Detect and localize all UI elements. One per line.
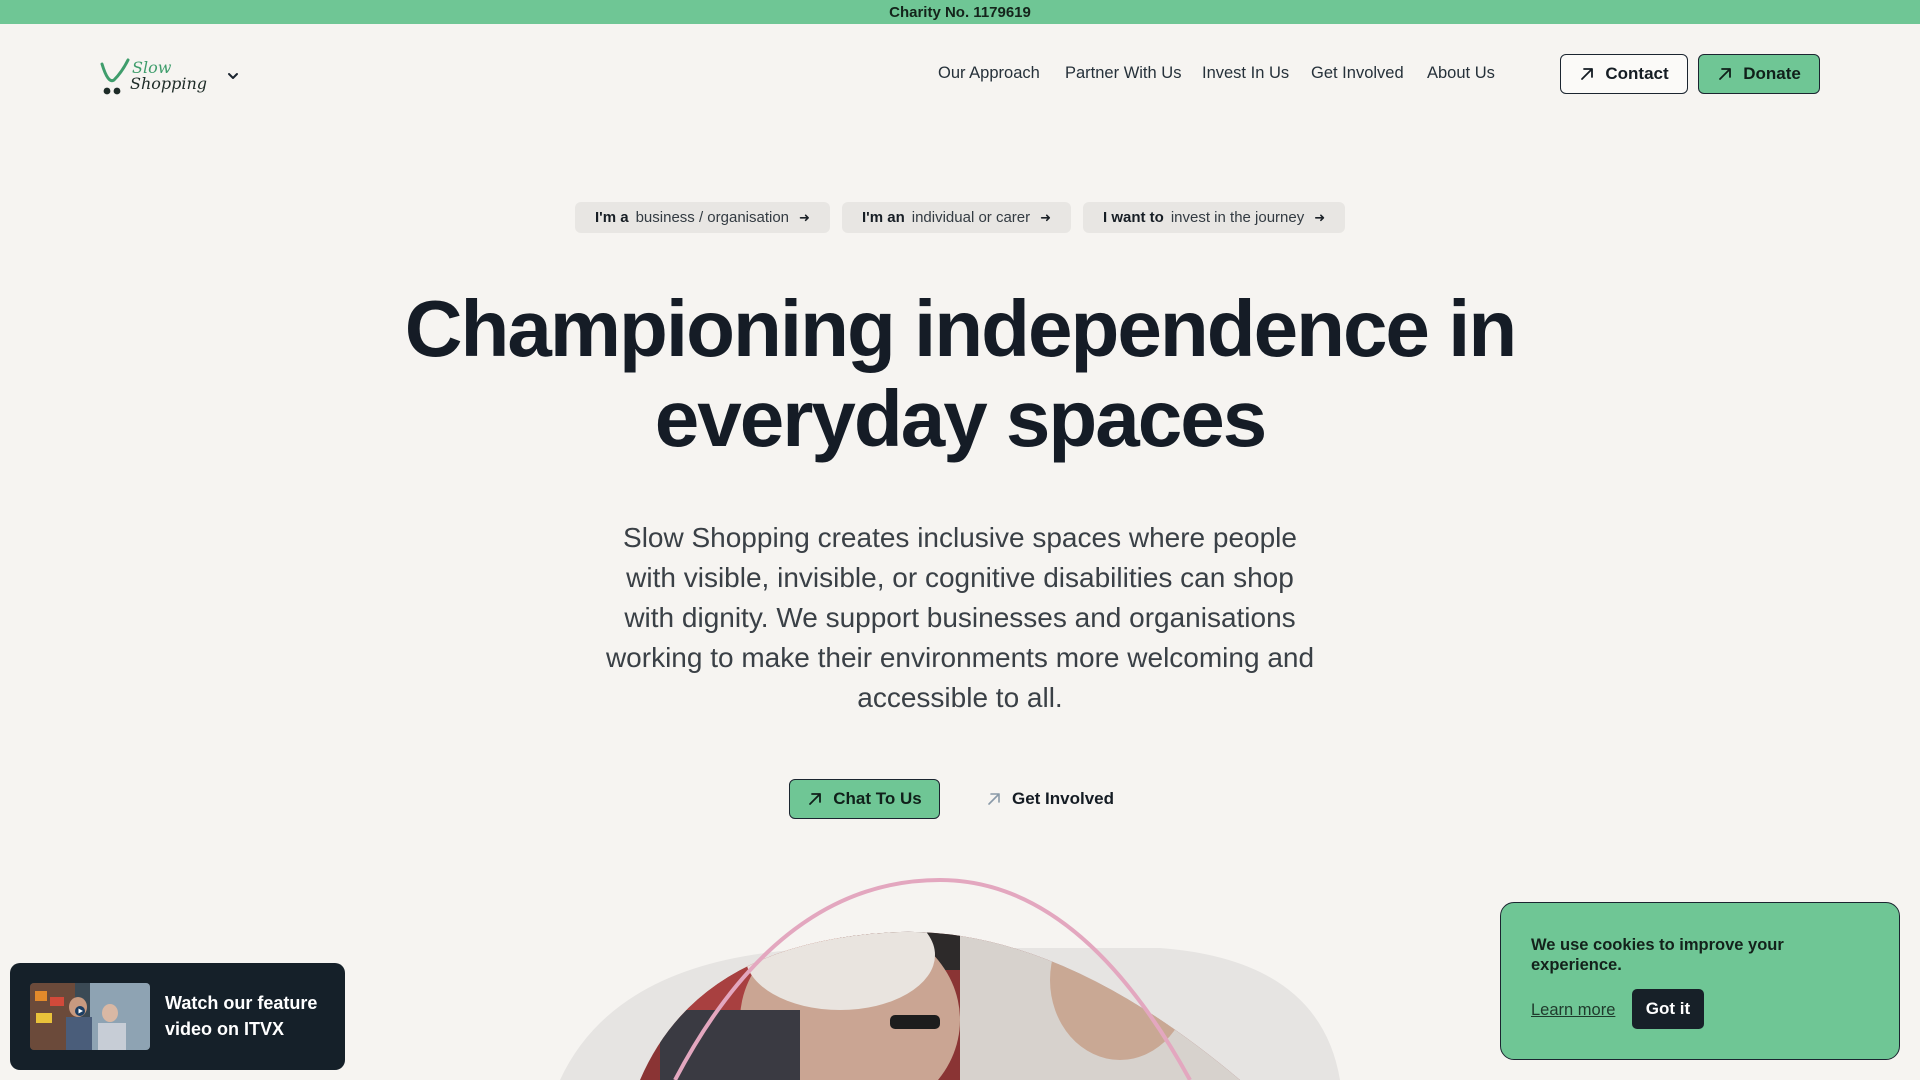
pill-individual[interactable]: I'm an individual or carer ➜ [842, 202, 1072, 233]
pill-text: business / organisation [635, 209, 790, 226]
arrow-up-right-icon [1719, 68, 1732, 80]
logo[interactable]: Slow Shopping [98, 54, 208, 98]
logo-wordmark: Slow Shopping [130, 60, 207, 92]
hero-image [540, 870, 1400, 1080]
contact-label: Contact [1605, 64, 1669, 83]
contact-button[interactable]: Contact [1560, 54, 1688, 94]
pill-business[interactable]: I'm a business / organisation ➜ [575, 202, 830, 233]
donate-button[interactable]: Donate [1698, 54, 1820, 94]
chat-to-us-button[interactable]: Chat To Us [789, 779, 940, 819]
nav-get-involved[interactable]: Get Involved [1311, 64, 1404, 83]
hero-title-line1: Championing independence in [404, 284, 1517, 373]
nav-invest-in-us[interactable]: Invest In Us [1202, 64, 1289, 83]
pill-bold: I'm a [595, 209, 629, 226]
pill-text: individual or carer [911, 209, 1031, 226]
nav-our-approach[interactable]: Our Approach [938, 64, 1040, 83]
charity-number: Charity No. 1179619 [889, 3, 1031, 21]
arrow-right-icon: ➜ [1040, 209, 1052, 225]
arrow-up-right-icon [988, 793, 1000, 805]
arrow-up-right-icon [809, 793, 822, 805]
charity-bar: Charity No. 1179619 [0, 0, 1920, 24]
video-thumbnail-image [30, 983, 150, 1050]
hero-photo-illustration [560, 877, 1340, 1080]
logo-line2: Shopping [130, 74, 208, 93]
pill-invest[interactable]: I want to invest in the journey ➜ [1083, 202, 1346, 233]
site-header: Slow Shopping Our Approach Partner With … [0, 24, 1920, 124]
nav-about-us[interactable]: About Us [1427, 64, 1495, 83]
get-involved-label: Get Involved [1012, 789, 1115, 808]
chat-to-us-label: Chat To Us [833, 789, 922, 808]
video-thumbnail[interactable] [30, 983, 150, 1050]
hero-description: Slow Shopping creates inclusive spaces w… [605, 522, 1315, 713]
cookie-accept-button[interactable]: Got it [1632, 989, 1704, 1029]
hero-title: Championing independence in everyday spa… [360, 284, 1560, 464]
cookie-banner: We use cookies to improve your experienc… [1500, 902, 1900, 1060]
cookie-message: We use cookies to improve your experienc… [1531, 936, 1784, 974]
logo-mark-icon [100, 58, 130, 95]
nav-partner-with-us[interactable]: Partner With Us [1065, 64, 1181, 83]
arrow-up-right-icon [1581, 68, 1594, 80]
hero-title-line2: everyday spaces [654, 374, 1268, 463]
get-involved-link[interactable]: Get Involved [986, 779, 1114, 819]
video-card-text: Watch our feature video on ITVX [165, 993, 318, 1039]
pill-bold: I want to [1103, 209, 1164, 226]
pill-bold: I'm an [862, 209, 905, 226]
donate-label: Donate [1743, 64, 1801, 83]
itvx-video-card[interactable]: Watch our feature video on ITVX [10, 963, 345, 1070]
pill-text: invest in the journey [1170, 209, 1305, 226]
arrow-right-icon: ➜ [1314, 209, 1326, 225]
chevron-down-icon[interactable] [226, 69, 240, 83]
cookie-learn-more-link[interactable]: Learn more [1531, 1001, 1615, 1020]
arrow-right-icon: ➜ [799, 209, 810, 225]
